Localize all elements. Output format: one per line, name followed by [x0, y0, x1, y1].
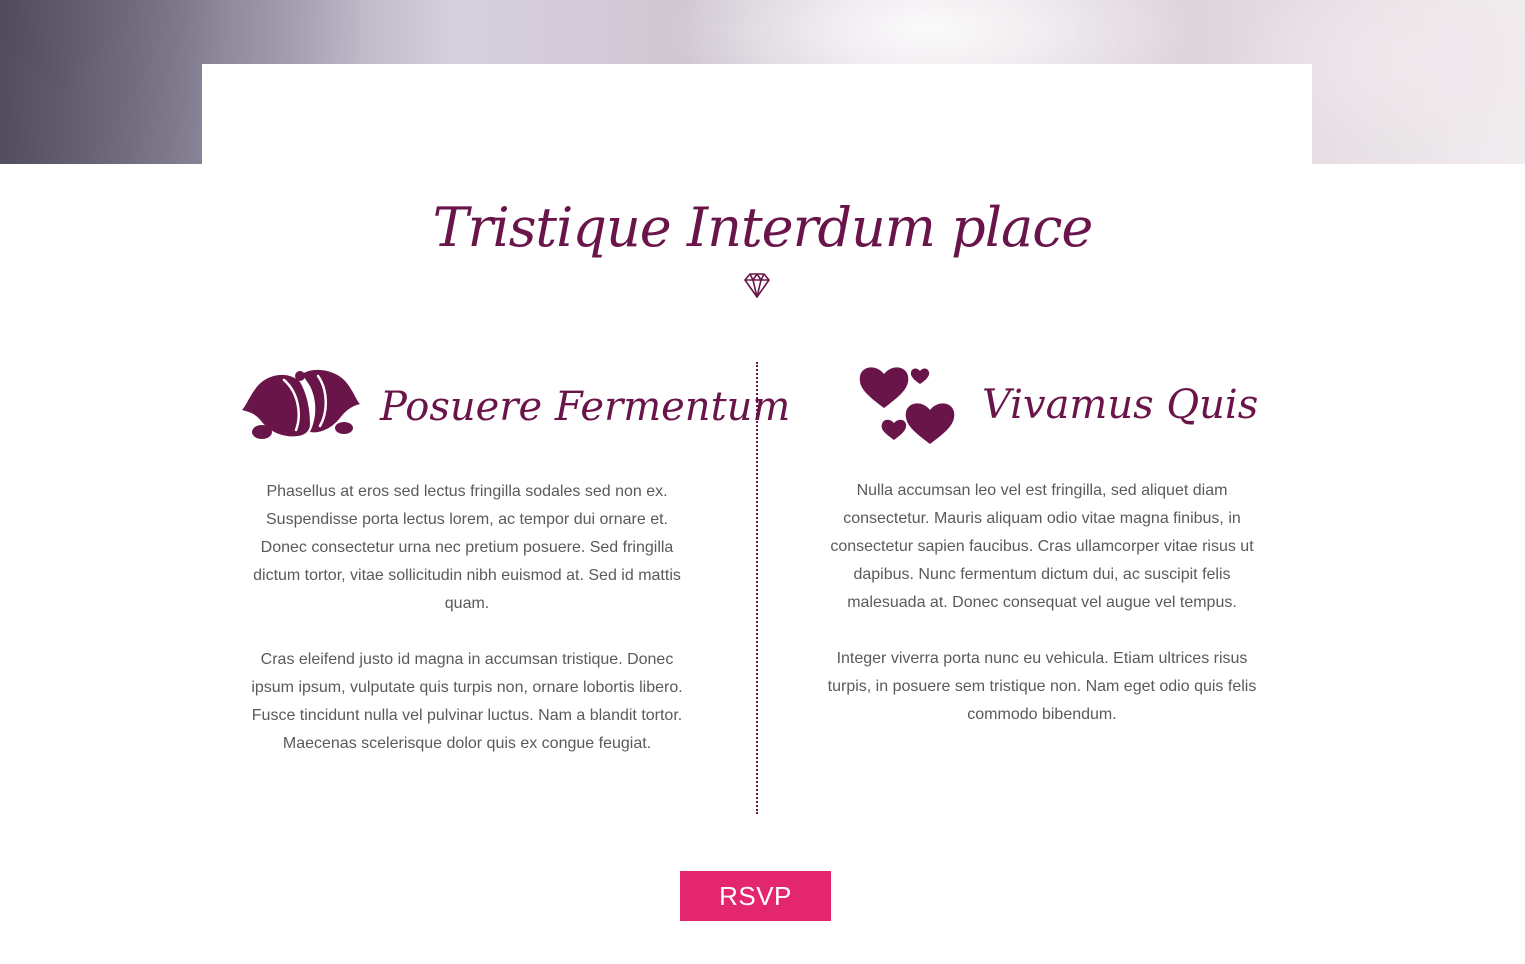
column-text-right: Nulla accumsan leo vel est fringilla, se… [818, 477, 1266, 757]
paragraph: Cras eleifend justo id magna in accumsan… [251, 651, 683, 752]
paragraph: Integer viverra porta nunc eu vehicula. … [827, 650, 1257, 723]
paragraph: Nulla accumsan leo vel est fringilla, se… [830, 482, 1254, 611]
column-heading-left: Posuere Fermentum [380, 384, 791, 430]
hearts-icon [859, 367, 955, 444]
column-heading-right: Vivamus Quis [982, 382, 1259, 428]
rsvp-button[interactable]: RSVP [680, 871, 831, 921]
diamond-icon [744, 273, 770, 298]
section-title: Tristique Interdum place [432, 196, 1094, 259]
paragraph: Phasellus at eros sed lectus fringilla s… [253, 483, 681, 612]
column-text-left: Phasellus at eros sed lectus fringilla s… [242, 478, 692, 786]
wedding-bells-icon [242, 369, 360, 439]
